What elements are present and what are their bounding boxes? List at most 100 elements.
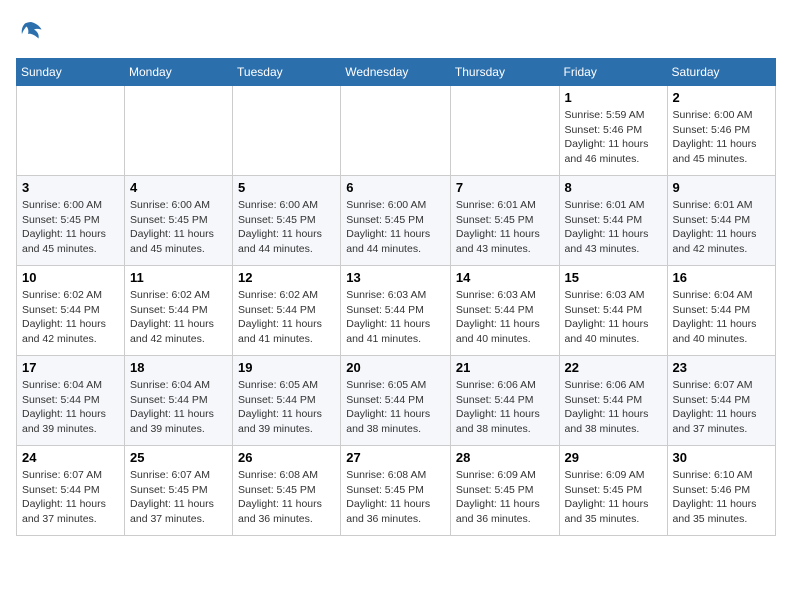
day-number: 30 (673, 450, 770, 465)
calendar-cell: 2 Sunrise: 6:00 AM Sunset: 5:46 PM Daylig… (667, 86, 775, 176)
day-info: Sunrise: 6:07 AM Sunset: 5:44 PM Dayligh… (22, 468, 119, 527)
day-info: Sunrise: 6:05 AM Sunset: 5:44 PM Dayligh… (346, 378, 445, 437)
calendar-cell: 13Sunrise: 6:03 AM Sunset: 5:44 PM Dayli… (341, 266, 451, 356)
day-number: 15 (565, 270, 662, 285)
calendar-cell: 25Sunrise: 6:07 AM Sunset: 5:45 PM Dayli… (125, 446, 233, 536)
day-number: 22 (565, 360, 662, 375)
logo (16, 16, 50, 46)
calendar-cell: 23 Sunrise: 6:07 AM Sunset: 5:44 PM Dayli… (667, 356, 775, 446)
day-number: 5 (238, 180, 335, 195)
day-info: Sunrise: 6:00 AM Sunset: 5:45 PM Dayligh… (130, 198, 227, 257)
day-info: Sunrise: 6:07 AM Sunset: 5:44 PM Dayligh… (673, 378, 770, 437)
calendar-cell (341, 86, 451, 176)
calendar-cell: 5 Sunrise: 6:00 AM Sunset: 5:45 PM Daylig… (233, 176, 341, 266)
day-number: 8 (565, 180, 662, 195)
day-info: Sunrise: 6:00 AM Sunset: 5:45 PM Dayligh… (22, 198, 119, 257)
calendar-cell: 17 Sunrise: 6:04 AM Sunset: 5:44 PM Dayli… (17, 356, 125, 446)
day-info: Sunrise: 6:09 AM Sunset: 5:45 PM Dayligh… (456, 468, 554, 527)
calendar-cell: 10 Sunrise: 6:02 AM Sunset: 5:44 PM Dayli… (17, 266, 125, 356)
calendar-cell: 27 Sunrise: 6:08 AM Sunset: 5:45 PM Dayli… (341, 446, 451, 536)
day-number: 13 (346, 270, 445, 285)
header-saturday: Saturday (667, 59, 775, 86)
day-info: Sunrise: 6:00 AM Sunset: 5:45 PM Dayligh… (346, 198, 445, 257)
day-info: Sunrise: 6:02 AM Sunset: 5:44 PM Dayligh… (238, 288, 335, 347)
day-number: 25 (130, 450, 227, 465)
day-info: Sunrise: 6:01 AM Sunset: 5:44 PM Dayligh… (565, 198, 662, 257)
day-number: 6 (346, 180, 445, 195)
calendar-cell: 11 Sunrise: 6:02 AM Sunset: 5:44 PM Dayli… (125, 266, 233, 356)
calendar-cell: 28 Sunrise: 6:09 AM Sunset: 5:45 PM Dayli… (450, 446, 559, 536)
day-info: Sunrise: 6:02 AM Sunset: 5:44 PM Dayligh… (22, 288, 119, 347)
day-number: 29 (565, 450, 662, 465)
day-number: 20 (346, 360, 445, 375)
header-monday: Monday (125, 59, 233, 86)
calendar-week-2: 10 Sunrise: 6:02 AM Sunset: 5:44 PM Dayli… (17, 266, 776, 356)
logo-icon (16, 16, 46, 46)
day-info: Sunrise: 6:06 AM Sunset: 5:44 PM Dayligh… (565, 378, 662, 437)
day-info: Sunrise: 6:08 AM Sunset: 5:45 PM Dayligh… (346, 468, 445, 527)
day-number: 23 (673, 360, 770, 375)
day-info: Sunrise: 6:01 AM Sunset: 5:44 PM Dayligh… (673, 198, 770, 257)
day-info: Sunrise: 6:00 AM Sunset: 5:45 PM Dayligh… (238, 198, 335, 257)
day-number: 12 (238, 270, 335, 285)
calendar-cell: 19 Sunrise: 6:05 AM Sunset: 5:44 PM Dayli… (233, 356, 341, 446)
calendar-cell: 20 Sunrise: 6:05 AM Sunset: 5:44 PM Dayli… (341, 356, 451, 446)
calendar-cell: 1Sunrise: 5:59 AM Sunset: 5:46 PM Daylig… (559, 86, 667, 176)
day-number: 11 (130, 270, 227, 285)
calendar-cell: 4Sunrise: 6:00 AM Sunset: 5:45 PM Daylig… (125, 176, 233, 266)
day-info: Sunrise: 6:05 AM Sunset: 5:44 PM Dayligh… (238, 378, 335, 437)
calendar-cell: 12 Sunrise: 6:02 AM Sunset: 5:44 PM Dayli… (233, 266, 341, 356)
day-number: 1 (565, 90, 662, 105)
day-info: Sunrise: 6:04 AM Sunset: 5:44 PM Dayligh… (673, 288, 770, 347)
day-number: 3 (22, 180, 119, 195)
day-number: 16 (673, 270, 770, 285)
calendar-week-1: 3 Sunrise: 6:00 AM Sunset: 5:45 PM Daylig… (17, 176, 776, 266)
calendar-cell (450, 86, 559, 176)
day-info: Sunrise: 6:10 AM Sunset: 5:46 PM Dayligh… (673, 468, 770, 527)
day-number: 9 (673, 180, 770, 195)
calendar-cell: 18 Sunrise: 6:04 AM Sunset: 5:44 PM Dayli… (125, 356, 233, 446)
calendar-cell: 21 Sunrise: 6:06 AM Sunset: 5:44 PM Dayli… (450, 356, 559, 446)
calendar-table: SundayMondayTuesdayWednesdayThursdayFrid… (16, 58, 776, 536)
day-info: Sunrise: 6:02 AM Sunset: 5:44 PM Dayligh… (130, 288, 227, 347)
day-number: 10 (22, 270, 119, 285)
calendar-week-3: 17 Sunrise: 6:04 AM Sunset: 5:44 PM Dayli… (17, 356, 776, 446)
header-sunday: Sunday (17, 59, 125, 86)
day-info: Sunrise: 6:08 AM Sunset: 5:45 PM Dayligh… (238, 468, 335, 527)
header-thursday: Thursday (450, 59, 559, 86)
day-number: 27 (346, 450, 445, 465)
header-tuesday: Tuesday (233, 59, 341, 86)
day-number: 21 (456, 360, 554, 375)
header-friday: Friday (559, 59, 667, 86)
day-info: Sunrise: 6:03 AM Sunset: 5:44 PM Dayligh… (565, 288, 662, 347)
calendar-cell: 16 Sunrise: 6:04 AM Sunset: 5:44 PM Dayli… (667, 266, 775, 356)
day-info: Sunrise: 6:03 AM Sunset: 5:44 PM Dayligh… (456, 288, 554, 347)
day-info: Sunrise: 6:09 AM Sunset: 5:45 PM Dayligh… (565, 468, 662, 527)
day-number: 14 (456, 270, 554, 285)
day-number: 17 (22, 360, 119, 375)
calendar-cell: 9 Sunrise: 6:01 AM Sunset: 5:44 PM Daylig… (667, 176, 775, 266)
page-header (16, 16, 776, 46)
calendar-cell: 6 Sunrise: 6:00 AM Sunset: 5:45 PM Daylig… (341, 176, 451, 266)
day-number: 28 (456, 450, 554, 465)
calendar-cell: 3 Sunrise: 6:00 AM Sunset: 5:45 PM Daylig… (17, 176, 125, 266)
day-number: 26 (238, 450, 335, 465)
day-number: 24 (22, 450, 119, 465)
day-info: Sunrise: 6:04 AM Sunset: 5:44 PM Dayligh… (22, 378, 119, 437)
day-info: Sunrise: 6:06 AM Sunset: 5:44 PM Dayligh… (456, 378, 554, 437)
calendar-cell (17, 86, 125, 176)
calendar-cell: 30 Sunrise: 6:10 AM Sunset: 5:46 PM Dayli… (667, 446, 775, 536)
day-info: Sunrise: 6:00 AM Sunset: 5:46 PM Dayligh… (673, 108, 770, 167)
day-number: 2 (673, 90, 770, 105)
day-info: Sunrise: 6:01 AM Sunset: 5:45 PM Dayligh… (456, 198, 554, 257)
day-info: Sunrise: 6:04 AM Sunset: 5:44 PM Dayligh… (130, 378, 227, 437)
calendar-week-0: 1Sunrise: 5:59 AM Sunset: 5:46 PM Daylig… (17, 86, 776, 176)
day-number: 18 (130, 360, 227, 375)
calendar-cell: 8 Sunrise: 6:01 AM Sunset: 5:44 PM Daylig… (559, 176, 667, 266)
calendar-cell: 15 Sunrise: 6:03 AM Sunset: 5:44 PM Dayli… (559, 266, 667, 356)
calendar-cell: 22 Sunrise: 6:06 AM Sunset: 5:44 PM Dayli… (559, 356, 667, 446)
day-number: 19 (238, 360, 335, 375)
calendar-cell: 26 Sunrise: 6:08 AM Sunset: 5:45 PM Dayli… (233, 446, 341, 536)
header-wednesday: Wednesday (341, 59, 451, 86)
calendar-cell: 29 Sunrise: 6:09 AM Sunset: 5:45 PM Dayli… (559, 446, 667, 536)
